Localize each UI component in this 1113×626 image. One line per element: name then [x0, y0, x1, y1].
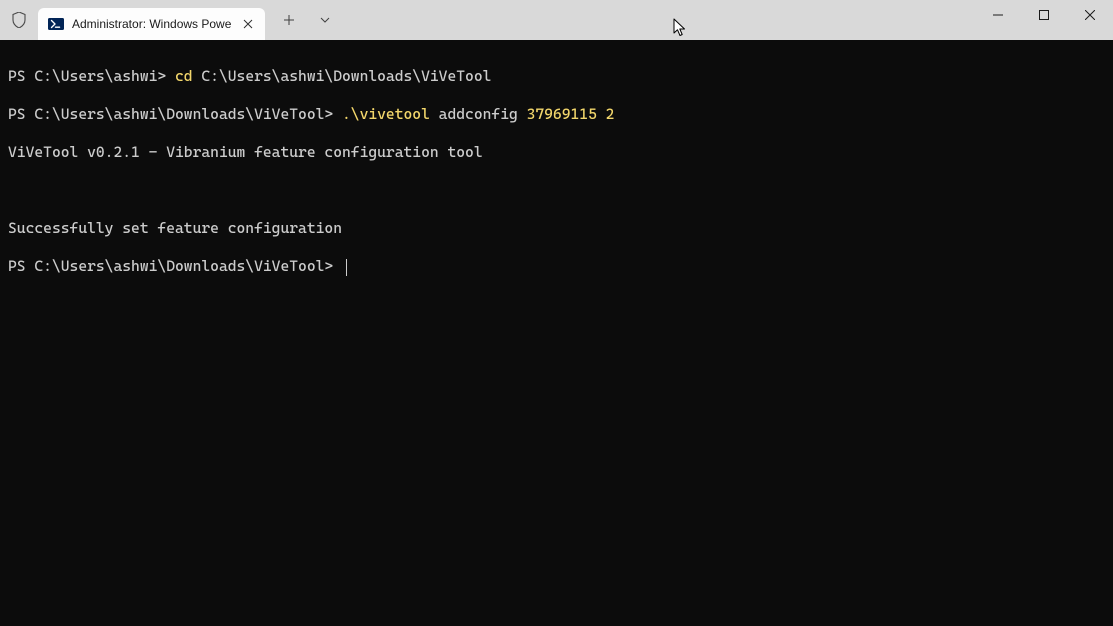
command-text: cd [175, 67, 193, 86]
output-text: Successfully set feature configuration [8, 219, 342, 238]
close-icon [1085, 10, 1095, 20]
tab-title: Administrator: Windows Powe [72, 17, 231, 31]
window-controls [975, 0, 1113, 32]
text-cursor [346, 259, 347, 276]
tab-close-button[interactable] [239, 15, 257, 33]
prompt-text: PS C:\Users\ashwi\Downloads\ViVeTool> [8, 257, 342, 276]
shield-icon [12, 12, 26, 28]
chevron-down-icon [320, 17, 330, 23]
minimize-button[interactable] [975, 0, 1021, 30]
minimize-icon [993, 10, 1003, 20]
argument-text: 37969115 2 [527, 105, 615, 124]
admin-shield-area [0, 0, 38, 40]
terminal-line: PS C:\Users\ashwi\Downloads\ViVeTool> [8, 257, 1105, 276]
terminal-line: ViVeTool v0.2.1 - Vibranium feature conf… [8, 143, 1105, 162]
terminal-line: PS C:\Users\ashwi\Downloads\ViVeTool> .\… [8, 105, 1105, 124]
window-titlebar: Administrator: Windows Powe [0, 0, 1113, 40]
close-icon [243, 19, 253, 29]
tab-active[interactable]: Administrator: Windows Powe [38, 8, 265, 40]
argument-text: C:\Users\ashwi\Downloads\ViVeTool [193, 67, 492, 86]
terminal-line: PS C:\Users\ashwi> cd C:\Users\ashwi\Dow… [8, 67, 1105, 86]
maximize-button[interactable] [1021, 0, 1067, 30]
plus-icon [283, 14, 295, 26]
prompt-text: PS C:\Users\ashwi\Downloads\ViVeTool> [8, 105, 342, 124]
terminal-pane[interactable]: PS C:\Users\ashwi> cd C:\Users\ashwi\Dow… [0, 40, 1113, 626]
prompt-text: PS C:\Users\ashwi> [8, 67, 175, 86]
powershell-icon [48, 16, 64, 32]
maximize-icon [1039, 10, 1049, 20]
command-text: .\vivetool [342, 105, 430, 124]
terminal-line [8, 181, 1105, 200]
terminal-line: Successfully set feature configuration [8, 219, 1105, 238]
tab-dropdown-button[interactable] [309, 4, 341, 36]
window-close-button[interactable] [1067, 0, 1113, 30]
argument-text: addconfig [430, 105, 527, 124]
output-text: ViVeTool v0.2.1 - Vibranium feature conf… [8, 143, 483, 162]
new-tab-button[interactable] [273, 4, 305, 36]
